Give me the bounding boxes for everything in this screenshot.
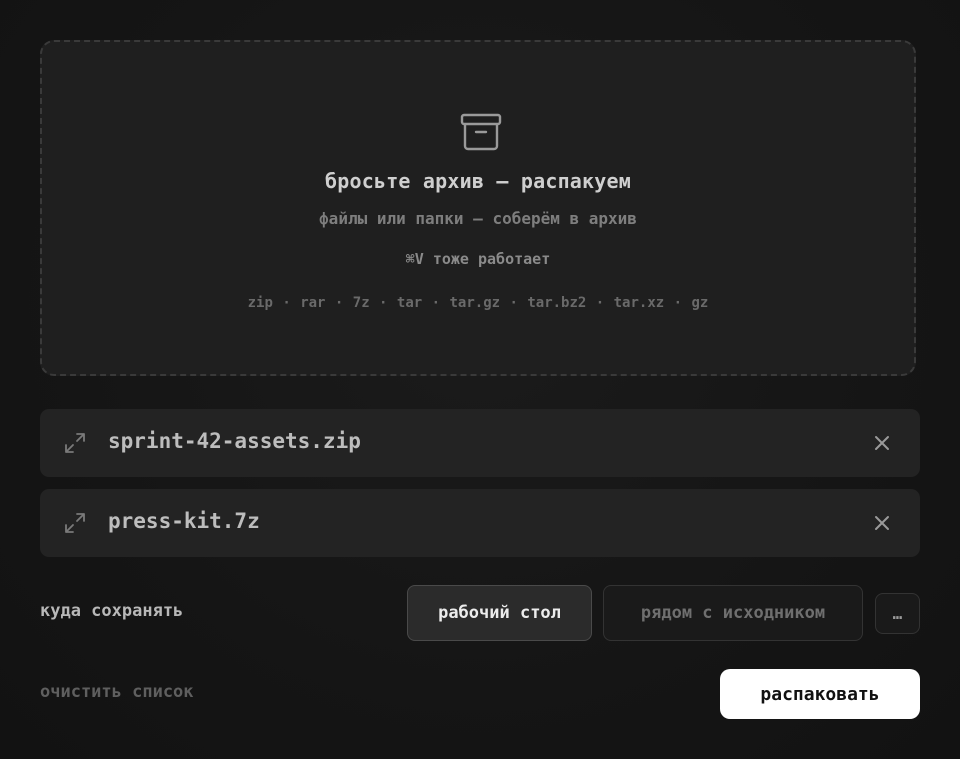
file-name: press-kit.7z (108, 509, 260, 533)
drop-zone[interactable]: бросьте архив — распакуем файлы или папк… (40, 40, 916, 376)
clear-list-button[interactable]: очистить список (40, 682, 194, 702)
close-icon[interactable] (874, 435, 890, 451)
file-row[interactable]: press-kit.7z (40, 489, 920, 557)
paste-hint: ⌘V тоже работает (405, 250, 551, 268)
file-row[interactable]: sprint-42-assets.zip (40, 409, 920, 477)
destination-more-button[interactable]: … (875, 593, 920, 634)
drop-zone-title: бросьте архив — распакуем (324, 169, 632, 193)
destination-label: куда сохранять (40, 601, 184, 621)
destination-desktop-button[interactable]: рабочий стол (407, 585, 592, 641)
archive-box-icon (460, 113, 502, 151)
close-icon[interactable] (874, 515, 890, 531)
drop-zone-subtitle: файлы или папки — соберём в архив (319, 209, 637, 228)
destination-next-to-source-button[interactable]: рядом с исходником (603, 585, 863, 641)
expand-arrows-icon[interactable] (64, 512, 86, 534)
supported-formats: zip · rar · 7z · tar · tar.gz · tar.bz2 … (247, 295, 709, 311)
file-name: sprint-42-assets.zip (108, 429, 361, 453)
extract-button[interactable]: распаковать (720, 669, 920, 719)
expand-arrows-icon[interactable] (64, 432, 86, 454)
